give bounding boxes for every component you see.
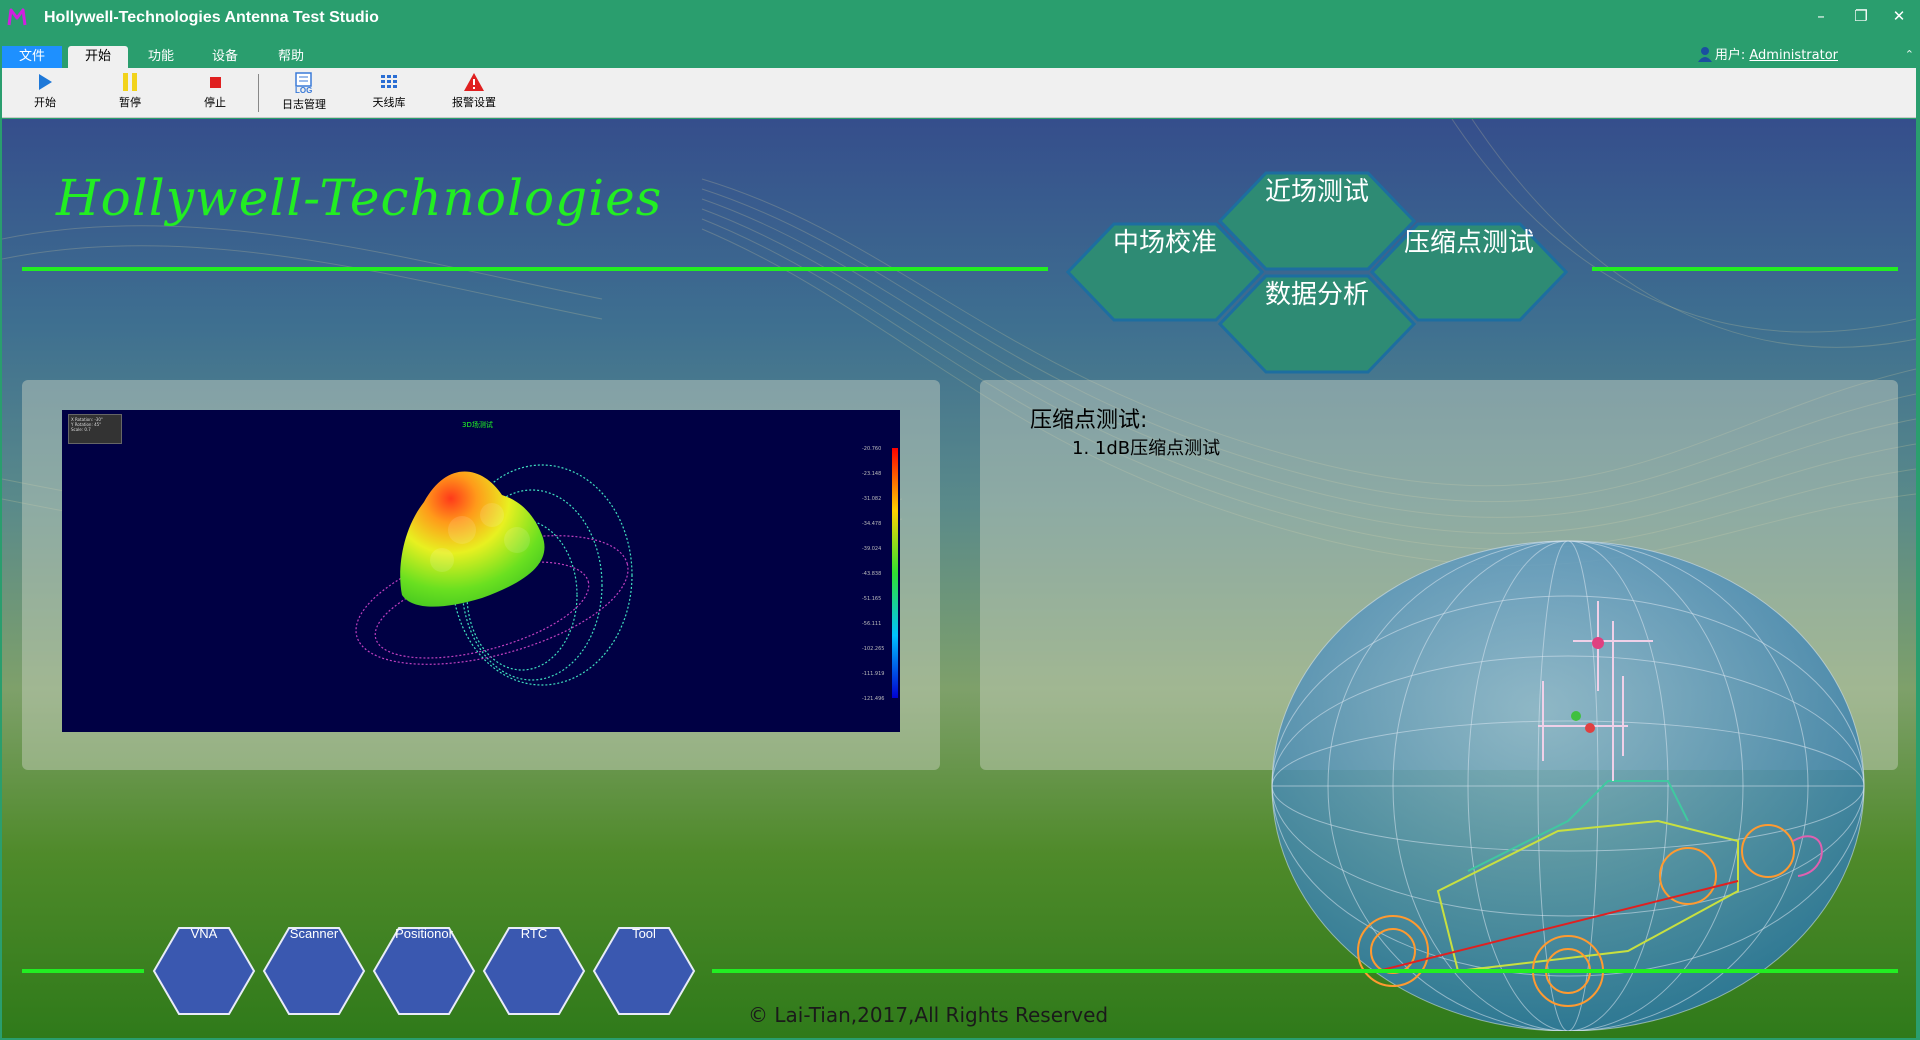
close-button[interactable]: ✕ (1884, 4, 1914, 28)
tool-button[interactable]: Tool (592, 926, 696, 1016)
user-info: 用户: Administrator (1697, 44, 1838, 63)
tab-help[interactable]: 帮助 (266, 46, 316, 68)
scanner-button[interactable]: Scanner (262, 926, 366, 1016)
copyright-text: © Lai-Tian,2017,All Rights Reserved (748, 1003, 1108, 1027)
positionor-label: Positionor (395, 926, 453, 941)
footer-divider-right (712, 969, 1898, 973)
log-icon: LOG (295, 72, 312, 94)
brand-logo-text: Hollywell-Technologies (56, 169, 663, 227)
stop-label: 停止 (204, 96, 226, 109)
data-analysis-label: 数据分析 (1264, 280, 1369, 310)
antenna-library-label: 天线库 (372, 96, 406, 109)
svg-text:LOG: LOG (295, 86, 312, 94)
data-analysis-hex[interactable]: 数据分析 (1218, 274, 1416, 374)
preview-panel: X Rotation: -30° Y Rotation: 45° Scale: … (22, 380, 940, 770)
scale-label: -34.478 (862, 521, 881, 527)
scale-label: -121.496 (862, 696, 884, 702)
positionor-button[interactable]: Positionor (372, 926, 476, 1016)
user-icon (1697, 47, 1712, 62)
ribbon-toolbar: 开始 暂停 停止 LOG 日志管理 天线库 报警设置 (2, 68, 1916, 118)
description-title: 压缩点测试: (1030, 408, 1148, 433)
header-divider-left (22, 267, 1048, 271)
stop-button[interactable]: 停止 (175, 72, 255, 116)
tab-home[interactable]: 开始 (68, 46, 128, 68)
footer-divider-left (22, 969, 144, 973)
tab-file[interactable]: 文件 (2, 46, 62, 68)
radiation-pattern-graphic: -20.760 -23.148 -31.082 -34.478 -39.024 … (355, 446, 898, 702)
warning-icon (464, 73, 484, 91)
start-label: 开始 (34, 96, 56, 109)
copyright-label: Lai-Tian,2017,All Rights Reserved (774, 1003, 1109, 1027)
antenna-pattern-plot: X Rotation: -30° Y Rotation: 45° Scale: … (62, 410, 900, 732)
scale-label: -51.165 (862, 596, 881, 602)
log-manage-button[interactable]: LOG 日志管理 (264, 72, 344, 116)
scale-label: -23.148 (862, 471, 881, 477)
app-logo-icon (7, 8, 27, 26)
window-title: Hollywell-Technologies Antenna Test Stud… (44, 9, 379, 26)
scale-label: -39.024 (862, 546, 881, 552)
antenna-library-button[interactable]: 天线库 (349, 72, 429, 116)
scale-label: -31.082 (862, 496, 881, 502)
log-manage-label: 日志管理 (282, 98, 326, 111)
alarm-settings-label: 报警设置 (452, 96, 496, 109)
menu-bar: 文件 开始 功能 设备 帮助 用户: Administrator ⌃ (0, 38, 1920, 68)
start-button[interactable]: 开始 (5, 72, 85, 116)
user-name-link[interactable]: Administrator (1749, 48, 1838, 63)
ribbon-collapse-icon[interactable]: ⌃ (1905, 48, 1914, 61)
tool-label: Tool (632, 926, 656, 941)
description-item: 1. 1dB压缩点测试 (1072, 438, 1221, 459)
copyright-icon: © (748, 1003, 768, 1027)
toolbar-separator (258, 74, 259, 112)
grid-icon (381, 75, 397, 88)
scale-label: -56.111 (862, 621, 881, 627)
home-canvas: Hollywell-Technologies 近场测试 中场校准 压缩点测试 数… (2, 119, 1916, 1038)
scale-label: -20.760 (862, 446, 881, 452)
play-icon (39, 74, 52, 90)
alarm-settings-button[interactable]: 报警设置 (434, 72, 514, 116)
vna-label: VNA (190, 926, 218, 941)
rtc-label: RTC (520, 926, 548, 941)
pause-label: 暂停 (119, 96, 141, 109)
header-divider-right (1592, 267, 1898, 271)
user-label: 用户: (1714, 48, 1746, 63)
pause-button[interactable]: 暂停 (90, 72, 170, 116)
minimize-button[interactable]: – (1806, 4, 1836, 28)
scale-label: -111.919 (862, 671, 884, 677)
tab-device[interactable]: 设备 (200, 46, 250, 68)
test-chamber-sphere-graphic (1271, 540, 1865, 1031)
stop-icon (210, 77, 221, 88)
restore-button[interactable]: ❐ (1846, 4, 1876, 28)
pause-icon (123, 73, 137, 91)
scale-label: -43.838 (862, 571, 881, 577)
vna-button[interactable]: VNA (152, 926, 256, 1016)
title-bar: Hollywell-Technologies Antenna Test Stud… (0, 0, 1920, 38)
scanner-label: Scanner (289, 926, 339, 941)
rtc-button[interactable]: RTC (482, 926, 586, 1016)
tab-function[interactable]: 功能 (136, 46, 186, 68)
scale-label: -102.265 (862, 646, 884, 652)
